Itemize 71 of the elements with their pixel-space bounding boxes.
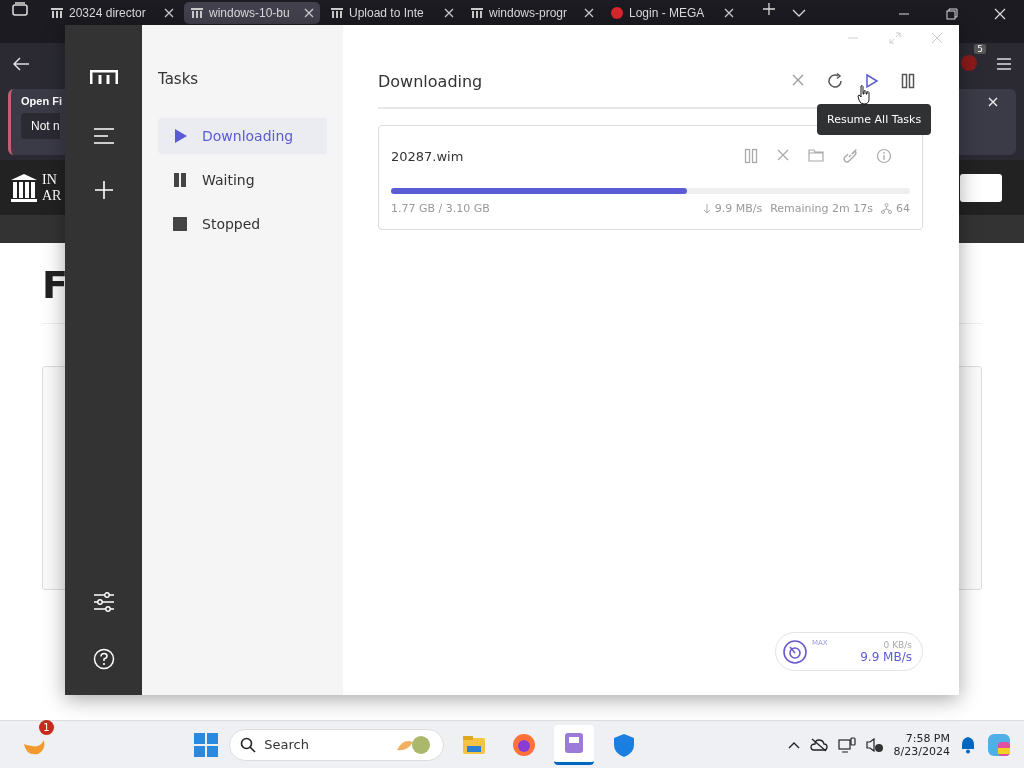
back-icon[interactable] [12, 57, 30, 71]
tab-title: Login - MEGA [629, 6, 706, 20]
settings-icon[interactable] [92, 592, 115, 612]
tab-title: windows-10-bu [209, 6, 291, 20]
play-icon [172, 128, 188, 144]
tab-title: 20324 director [69, 6, 147, 20]
pause-icon[interactable] [901, 73, 915, 89]
pause-icon [172, 172, 188, 188]
cloud-icon[interactable] [809, 737, 828, 752]
tab-title: Upload to Inte [349, 6, 425, 20]
notification-button[interactable]: Not n [21, 113, 60, 139]
archive-icon [470, 6, 484, 20]
logo-text: IN [42, 171, 57, 188]
logo-text: AR [42, 187, 62, 204]
search-field[interactable] [960, 173, 1002, 202]
close-icon[interactable] [444, 8, 454, 18]
speaker-muted-icon[interactable] [865, 736, 884, 753]
browser-tab[interactable]: windows-progr [464, 2, 600, 24]
download-speed: 9.9 MB/s [860, 649, 912, 664]
browser-tab[interactable]: 20324 director [44, 2, 180, 24]
plus-icon[interactable] [762, 2, 776, 16]
tab-list-icon[interactable] [12, 2, 28, 16]
arrow-down-icon [702, 203, 711, 214]
browser-tab[interactable]: Upload to Inte [324, 2, 460, 24]
sidebar-item[interactable]: Downloading [158, 118, 327, 154]
search-field[interactable]: Search [229, 728, 445, 761]
refresh-icon[interactable] [827, 73, 843, 89]
file-name: 20287.wim [391, 148, 465, 164]
hand-cursor-icon [857, 85, 871, 105]
upload-speed: 0 KB/s [883, 639, 912, 650]
stop-icon [172, 216, 188, 232]
tooltip: Resume All Tasks [817, 104, 932, 135]
speedometer-icon [782, 638, 808, 665]
progress-text: 1.77 GB / 3.10 GB [391, 202, 490, 215]
chevron-down-icon[interactable] [792, 8, 806, 18]
archive-icon [50, 6, 64, 20]
app-logo-icon[interactable] [89, 70, 118, 84]
windows-icon[interactable] [193, 731, 220, 758]
page-title: Downloading [378, 71, 484, 91]
tab-title: windows-progr [489, 6, 569, 20]
restore-icon[interactable] [946, 8, 958, 20]
building-icon[interactable] [10, 172, 38, 203]
network-icon[interactable] [837, 736, 856, 753]
remaining-time: Remaining 2m 17s [770, 202, 873, 215]
menu-icon[interactable] [996, 58, 1012, 70]
sidebar-item[interactable]: Waiting [158, 162, 327, 198]
close-icon[interactable] [304, 8, 314, 18]
browser-tab[interactable]: Login - MEGA [604, 2, 740, 24]
search-placeholder: Search [264, 737, 310, 752]
browser-icon[interactable] [511, 731, 538, 758]
connection-count: 64 [896, 202, 910, 215]
archive-icon [190, 6, 204, 20]
close-icon[interactable] [724, 8, 734, 18]
close-icon[interactable] [164, 8, 174, 18]
extension-badge: 5 [974, 44, 986, 54]
clock-time[interactable]: 7:58 PM [905, 731, 950, 745]
notification-title: Open Fi [21, 95, 62, 107]
chevron-up-icon[interactable] [787, 740, 800, 749]
clock-date[interactable]: 8/23/2024 [893, 744, 950, 758]
connections-icon [881, 203, 892, 214]
archive-icon [330, 6, 344, 20]
play-icon[interactable] [865, 73, 879, 89]
site-icon [610, 6, 624, 20]
sidebar-item[interactable]: Stopped [158, 206, 327, 242]
sidebar-title: Tasks [158, 70, 200, 90]
help-icon[interactable] [92, 648, 115, 670]
download-speed: 9.9 MB/s [714, 202, 763, 215]
search-icon [240, 736, 257, 753]
browser-tab[interactable]: windows-10-bu [184, 2, 320, 24]
bell-icon[interactable] [960, 735, 976, 754]
close-icon[interactable] [584, 8, 594, 18]
